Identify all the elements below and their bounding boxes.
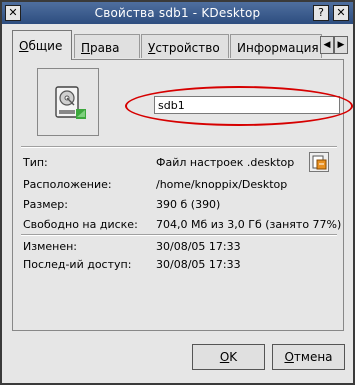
help-button[interactable]: ? [313,5,329,21]
tab-general[interactable]: Общие [12,30,72,60]
name-field[interactable] [154,96,340,114]
tab-scroll-right-icon[interactable]: ▶ [334,36,348,54]
size-value: 390 б (390) [156,198,221,211]
accessed-value: 30/08/05 17:33 [156,258,241,271]
type-value: Файл настроек .desktop [156,156,295,169]
window-title: Свойства sdb1 - KDesktop [94,6,261,20]
general-panel: Тип: Файл настроек .desktop Расположение… [12,59,353,331]
location-label: Расположение: [23,178,112,191]
icon-button[interactable] [37,68,99,136]
tab-scroll-left-icon[interactable]: ◀ [320,36,334,54]
free-space-value: 704,0 Мб из 3,0 Гб (занято 77%) [156,218,342,231]
title-bar[interactable]: ✕ Свойства sdb1 - KDesktop ? ✕ [2,2,353,24]
tab-info[interactable]: Информация о м [230,34,322,58]
type-label: Тип: [23,156,48,169]
accessed-label: Послед-ий доступ: [23,258,132,271]
separator [21,146,337,148]
edit-file-type-icon[interactable] [309,152,329,172]
separator [21,234,337,236]
hard-drive-icon [55,86,86,119]
free-space-label: Свободно на диске: [23,218,138,231]
tab-device[interactable]: Устройство [141,34,229,58]
modified-value: 30/08/05 17:33 [156,240,241,253]
tab-permissions[interactable]: Права [74,34,140,58]
properties-dialog: ✕ Свойства sdb1 - KDesktop ? ✕ Общие Пра… [0,0,355,385]
cancel-button[interactable]: Отмена [272,344,345,370]
location-value: /home/knoppix/Desktop [156,178,288,191]
close-button[interactable]: ✕ [333,5,349,21]
size-label: Размер: [23,198,68,211]
tab-bar: Общие Права Устройство Информация о м ◀ … [12,30,348,60]
modified-label: Изменен: [23,240,78,253]
ok-button[interactable]: OK [192,344,265,370]
